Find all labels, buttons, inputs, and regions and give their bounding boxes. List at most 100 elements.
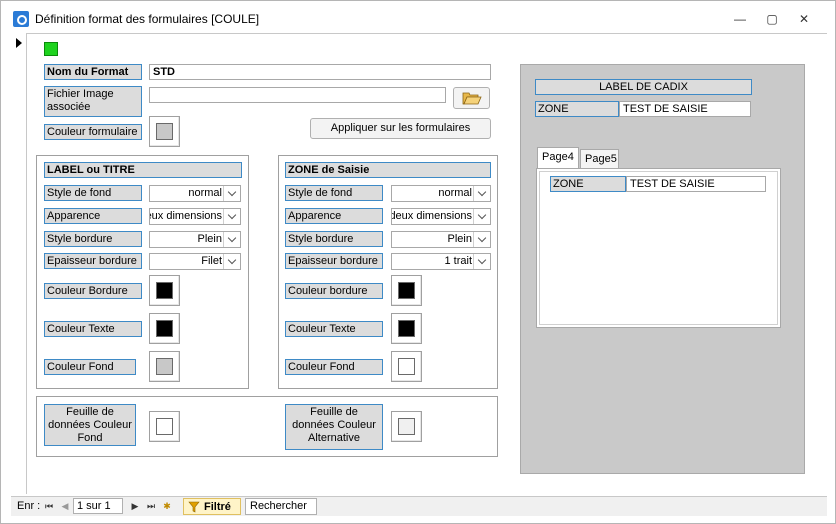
record-selector[interactable]: [11, 33, 27, 494]
next-record-icon[interactable]: ▶: [129, 500, 141, 512]
label-border-width-select[interactable]: Filet: [149, 253, 241, 270]
label-appearance-value: eux dimensions: [149, 210, 222, 222]
tab-panel-inner: [539, 171, 778, 325]
chevron-down-icon[interactable]: [473, 232, 490, 247]
label-border-color-picker[interactable]: [149, 275, 180, 306]
zone-border-color-swatch: [398, 282, 415, 299]
zone-bg-style-label: Style de fond: [285, 185, 383, 201]
datasheet-bg-label: Feuille de données Couleur Fond: [44, 404, 136, 446]
browse-button[interactable]: [453, 87, 490, 109]
filter-toggle[interactable]: Filtré: [183, 498, 241, 515]
label-text-color-swatch: [156, 320, 173, 337]
form-window: Définition format des formulaires [COULE…: [0, 0, 836, 524]
zone-group-title: ZONE de Saisie: [285, 162, 491, 178]
chevron-down-icon[interactable]: [223, 254, 240, 269]
chevron-down-icon[interactable]: [473, 254, 490, 269]
label-bg-style-value: normal: [188, 187, 222, 199]
zone-border-width-label: Epaisseur bordure: [285, 253, 383, 269]
app-icon: [13, 11, 29, 27]
datasheet-alt-color-swatch: [398, 418, 415, 435]
chevron-down-icon[interactable]: [223, 186, 240, 201]
form-color-swatch: [156, 123, 173, 140]
chevron-down-icon[interactable]: [473, 209, 490, 224]
datasheet-bg-color-swatch: [156, 418, 173, 435]
format-name-input[interactable]: STD: [149, 64, 491, 80]
label-appearance-select[interactable]: eux dimensions: [149, 208, 241, 225]
label-bg-color-swatch: [156, 358, 173, 375]
tab-zone-label: ZONE: [550, 176, 626, 192]
restore-button[interactable]: ▢: [757, 9, 787, 29]
label-border-style-label: Style bordure: [44, 231, 142, 247]
record-position-input[interactable]: 1 sur 1: [73, 498, 123, 514]
preview-zone-label: ZONE: [535, 101, 619, 117]
chevron-down-icon[interactable]: [223, 232, 240, 247]
image-file-input[interactable]: [149, 87, 446, 103]
image-file-label: Fichier Image associée: [44, 86, 142, 117]
zone-border-width-value: 1 trait: [444, 255, 472, 267]
new-record-icon[interactable]: ✱: [161, 500, 173, 512]
datasheet-alt-color-picker[interactable]: [391, 411, 422, 442]
prev-record-icon[interactable]: ◀: [59, 500, 71, 512]
chevron-down-icon[interactable]: [473, 186, 490, 201]
close-button[interactable]: ✕: [789, 9, 819, 29]
form-area: Nom du Format STD Fichier Image associée…: [27, 33, 827, 494]
label-text-color-picker[interactable]: [149, 313, 180, 344]
form-color-picker[interactable]: [149, 116, 180, 147]
zone-border-color-picker[interactable]: [391, 275, 422, 306]
zone-text-color-picker[interactable]: [391, 313, 422, 344]
zone-bg-color-swatch: [398, 358, 415, 375]
label-border-style-select[interactable]: Plein: [149, 231, 241, 248]
label-border-width-value: Filet: [201, 255, 222, 267]
zone-border-color-label: Couleur bordure: [285, 283, 383, 299]
zone-bg-style-value: normal: [438, 187, 472, 199]
label-group-title: LABEL ou TITRE: [44, 162, 242, 178]
label-bg-style-label: Style de fond: [44, 185, 142, 201]
current-record-icon: [16, 38, 22, 48]
preview-label-caption: LABEL DE CADIX: [535, 79, 752, 95]
preview-zone-input[interactable]: TEST DE SAISIE: [619, 101, 751, 117]
label-border-color-label: Couleur Bordure: [44, 283, 142, 299]
label-border-style-value: Plein: [197, 233, 222, 245]
label-text-color-label: Couleur Texte: [44, 321, 142, 337]
zone-border-style-select[interactable]: Plein: [391, 231, 491, 248]
window-title: Définition format des formulaires [COULE…: [35, 12, 260, 26]
label-border-color-swatch: [156, 282, 173, 299]
form-color-label: Couleur formulaire: [44, 124, 142, 140]
first-record-icon[interactable]: ⏮: [43, 500, 55, 512]
label-border-width-label: Epaisseur bordure: [44, 253, 142, 269]
zone-appearance-select[interactable]: deux dimensions: [391, 208, 491, 225]
datasheet-bg-color-picker[interactable]: [149, 411, 180, 442]
folder-open-icon: [462, 92, 482, 105]
zone-text-color-swatch: [398, 320, 415, 337]
zone-border-style-value: Plein: [447, 233, 472, 245]
label-bg-color-picker[interactable]: [149, 351, 180, 382]
zone-appearance-label: Apparence: [285, 208, 383, 224]
record-label: Enr :: [17, 500, 41, 512]
zone-bg-color-label: Couleur Fond: [285, 359, 383, 375]
label-bg-style-select[interactable]: normal: [149, 185, 241, 202]
zone-appearance-value: deux dimensions: [391, 210, 472, 222]
zone-bg-color-picker[interactable]: [391, 351, 422, 382]
title-bar: Définition format des formulaires [COULE…: [1, 1, 835, 33]
apply-forms-button[interactable]: Appliquer sur les formulaires: [310, 118, 491, 139]
format-name-label: Nom du Format: [44, 64, 142, 80]
tab-page4[interactable]: Page4: [537, 147, 579, 169]
tab-zone-input[interactable]: TEST DE SAISIE: [626, 176, 766, 192]
zone-border-style-label: Style bordure: [285, 231, 383, 247]
minimize-button[interactable]: —: [725, 9, 755, 29]
status-indicator: [44, 42, 58, 56]
label-appearance-label: Apparence: [44, 208, 142, 224]
datasheet-alt-label: Feuille de données Couleur Alternative: [285, 404, 383, 450]
zone-border-width-select[interactable]: 1 trait: [391, 253, 491, 270]
search-input[interactable]: Rechercher: [245, 498, 317, 515]
label-bg-color-label: Couleur Fond: [44, 359, 136, 375]
zone-bg-style-select[interactable]: normal: [391, 185, 491, 202]
last-record-icon[interactable]: ⏭: [145, 500, 157, 512]
zone-text-color-label: Couleur Texte: [285, 321, 383, 337]
funnel-icon: [188, 501, 200, 513]
filter-label: Filtré: [204, 501, 231, 513]
tab-page5[interactable]: Page5: [580, 149, 619, 168]
record-navigation-bar: Enr : ⏮ ◀ 1 sur 1 ▶ ⏭ ✱ Filtré Recherche…: [11, 496, 827, 516]
tab-panel: [536, 168, 781, 328]
chevron-down-icon[interactable]: [223, 209, 240, 224]
